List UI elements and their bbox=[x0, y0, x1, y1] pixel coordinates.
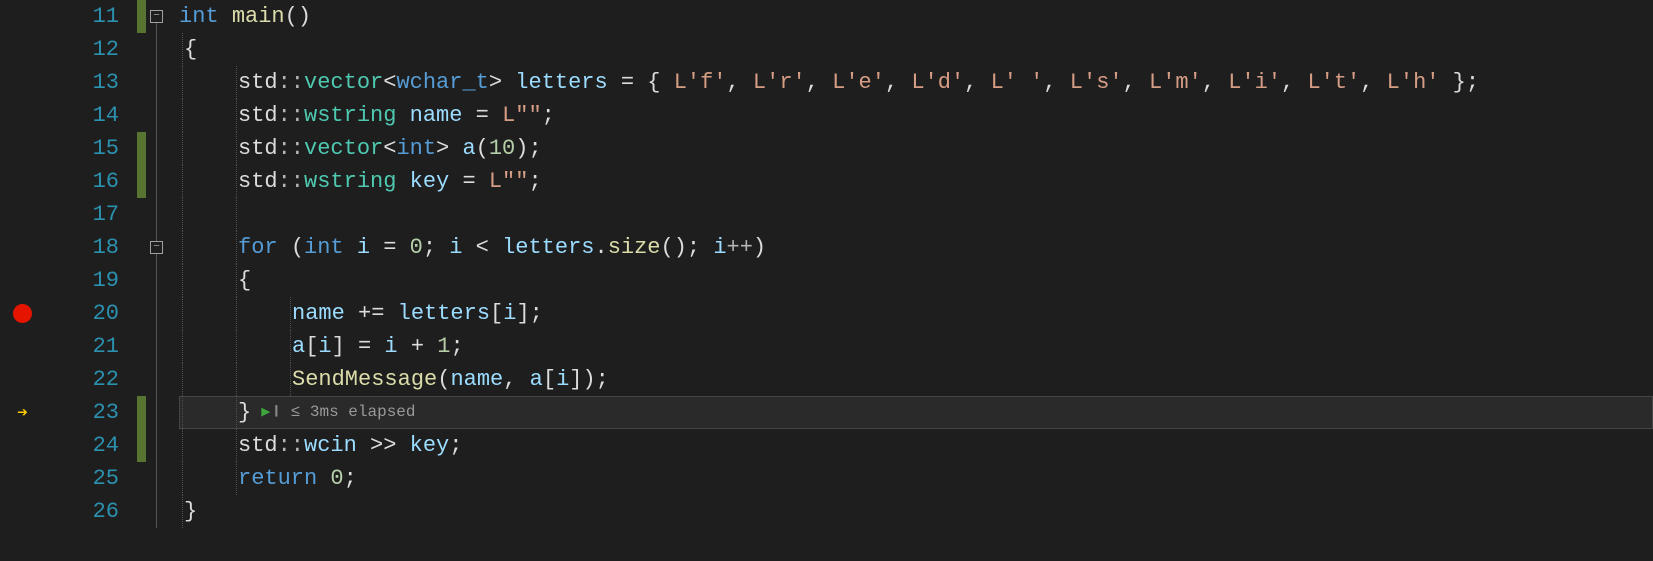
line-number: 26 bbox=[45, 495, 119, 528]
code-line[interactable]: SendMessage(name, a[i]); bbox=[179, 363, 1653, 396]
line-number: 24 bbox=[45, 429, 119, 462]
perftip-bar-icon: ❙ bbox=[272, 396, 280, 429]
code-line-current[interactable]: }▶❙≤ 3ms elapsed bbox=[179, 396, 1653, 429]
code-line[interactable]: std::wstring name = L""; bbox=[179, 99, 1653, 132]
code-line[interactable]: } bbox=[179, 495, 1653, 528]
line-number: 23 bbox=[45, 396, 119, 429]
run-to-click-icon[interactable]: ▶ bbox=[261, 396, 270, 429]
code-line[interactable]: return 0; bbox=[179, 462, 1653, 495]
line-number: 14 bbox=[45, 99, 119, 132]
change-margin bbox=[135, 0, 149, 561]
change-marker bbox=[137, 132, 146, 165]
breakpoint-margin[interactable]: ➔ bbox=[0, 0, 45, 561]
change-marker bbox=[137, 165, 146, 198]
code-line[interactable]: a[i] = i + 1; bbox=[179, 330, 1653, 363]
code-line[interactable]: std::wstring key = L""; bbox=[179, 165, 1653, 198]
fold-toggle-icon[interactable]: − bbox=[150, 10, 163, 23]
line-number: 19 bbox=[45, 264, 119, 297]
line-number: 25 bbox=[45, 462, 119, 495]
line-number: 18 bbox=[45, 231, 119, 264]
fold-toggle-icon[interactable]: − bbox=[150, 241, 163, 254]
code-line[interactable]: std::wcin >> key; bbox=[179, 429, 1653, 462]
line-number: 21 bbox=[45, 330, 119, 363]
code-editor[interactable]: ➔ 11 12 13 14 15 16 17 18 19 20 21 22 23… bbox=[0, 0, 1653, 561]
line-number: 11 bbox=[45, 0, 119, 33]
current-statement-arrow-icon: ➔ bbox=[17, 402, 28, 424]
code-line[interactable] bbox=[179, 198, 1653, 231]
change-marker bbox=[137, 0, 146, 33]
line-number: 17 bbox=[45, 198, 119, 231]
line-number: 15 bbox=[45, 132, 119, 165]
code-line[interactable]: name += letters[i]; bbox=[179, 297, 1653, 330]
line-number-margin: 11 12 13 14 15 16 17 18 19 20 21 22 23 2… bbox=[45, 0, 135, 561]
line-number: 12 bbox=[45, 33, 119, 66]
outline-line bbox=[156, 23, 157, 528]
breakpoint-icon[interactable] bbox=[13, 304, 32, 323]
code-line[interactable]: std::vector<wchar_t> letters = { L'f', L… bbox=[179, 66, 1653, 99]
line-number: 20 bbox=[45, 297, 119, 330]
outlining-margin[interactable]: − − bbox=[149, 0, 179, 561]
change-marker bbox=[137, 429, 146, 462]
code-line[interactable]: { bbox=[179, 33, 1653, 66]
code-line[interactable]: for (int i = 0; i < letters.size(); i++) bbox=[179, 231, 1653, 264]
perftip-label[interactable]: ≤ 3ms elapsed bbox=[291, 396, 416, 429]
line-number: 16 bbox=[45, 165, 119, 198]
code-line[interactable]: { bbox=[179, 264, 1653, 297]
code-line[interactable]: int main() bbox=[179, 0, 1653, 33]
code-line[interactable]: std::vector<int> a(10); bbox=[179, 132, 1653, 165]
change-marker bbox=[137, 396, 146, 429]
line-number: 22 bbox=[45, 363, 119, 396]
line-number: 13 bbox=[45, 66, 119, 99]
code-text-area[interactable]: int main() { std::vector<wchar_t> letter… bbox=[179, 0, 1653, 561]
perftip[interactable]: ▶❙ ≤ 3ms elapsed bbox=[261, 396, 415, 429]
